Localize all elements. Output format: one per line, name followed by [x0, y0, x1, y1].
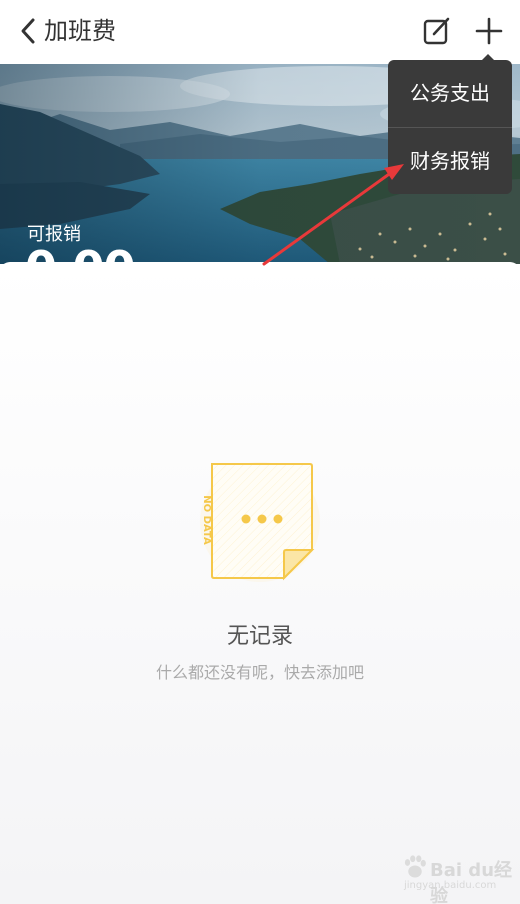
menu-panel: 公务支出 财务报销 — [388, 60, 512, 194]
chevron-left-icon[interactable] — [14, 14, 44, 48]
no-data-badge: NO DATA — [201, 495, 212, 545]
baidu-paw-logo — [404, 855, 426, 878]
plus-icon[interactable] — [474, 16, 504, 46]
balance-value: 0.00 — [25, 241, 135, 264]
empty-title: 无记录 — [226, 624, 293, 649]
edit-icon[interactable] — [422, 16, 452, 46]
empty-subtitle: 什么都还没有呢，快去添加吧 — [155, 663, 364, 682]
record-list-area: NO DATA 无记录 什么都还没有呢，快去添加吧 — [0, 262, 520, 904]
menu-item-finance-reimbursement[interactable]: 财务报销 — [388, 128, 512, 194]
menu-item-official-expense[interactable]: 公务支出 — [388, 60, 512, 126]
watermark-url: jingyan.baidu.com — [404, 880, 497, 891]
add-menu: 公务支出 财务报销 — [388, 54, 512, 194]
no-data-illustration: NO DATA — [200, 462, 320, 582]
page-title: 加班费 — [44, 17, 116, 45]
